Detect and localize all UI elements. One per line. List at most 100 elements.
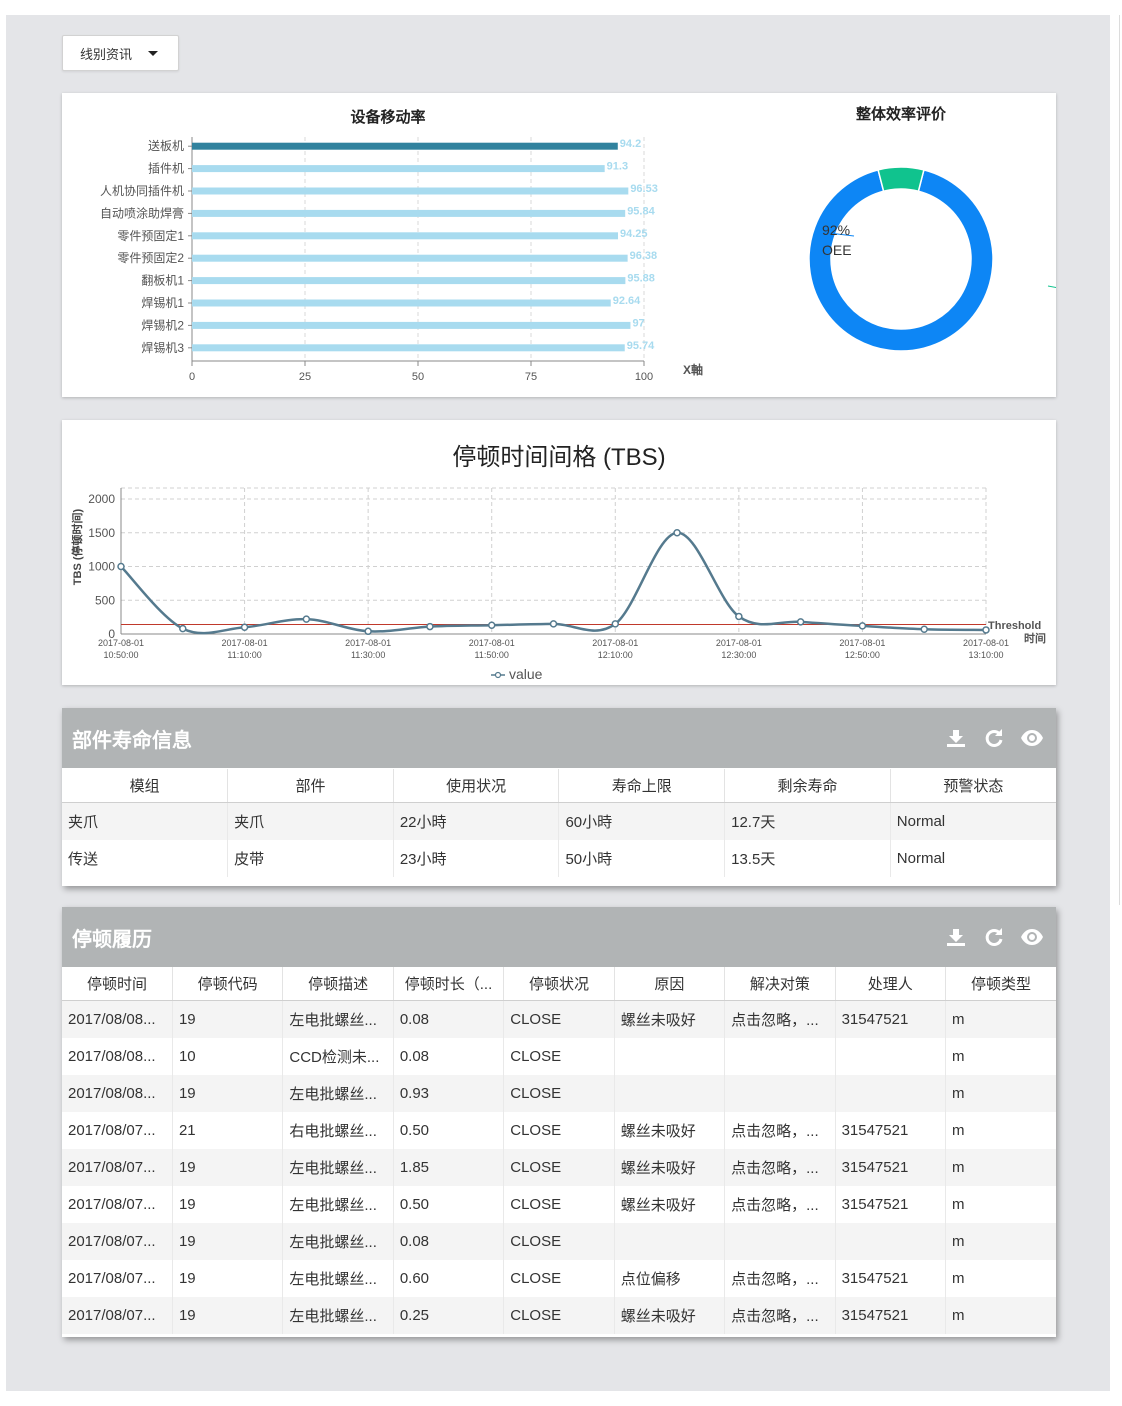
table-cell: 0.60: [393, 1260, 505, 1297]
table-cell: 31547521: [835, 1297, 947, 1334]
column-header[interactable]: 停顿代码: [172, 967, 284, 1001]
table-cell: [724, 1075, 836, 1112]
oee-donut-chart: 整体效率评价 92%OEE8%Wastin: [808, 105, 1056, 352]
x-tick-label: 2017-08-01 11:30:00: [345, 638, 391, 660]
panel-toolbar: [944, 925, 1046, 949]
table-cell: 左电批螺丝...: [282, 1075, 394, 1112]
table-cell: Normal: [890, 840, 1056, 877]
table-cell: 19: [172, 1260, 284, 1297]
table-row[interactable]: 2017/08/08... 19 左电批螺丝... 0.93 CLOSE m: [62, 1075, 1056, 1112]
table-cell: 19: [172, 1000, 284, 1038]
refresh-icon[interactable]: [982, 726, 1006, 750]
table-cell: 50小時: [558, 840, 726, 877]
x-tick-label: 100: [635, 371, 653, 383]
table-cell: CLOSE: [503, 1075, 615, 1112]
bar: [192, 299, 611, 307]
x-tick-label: 2017-08-01 11:50:00: [469, 638, 515, 660]
table-cell: 31547521: [835, 1112, 947, 1149]
table-cell: m: [945, 1297, 1056, 1334]
table-cell: 螺丝未吸好: [614, 1186, 726, 1223]
table-cell: CLOSE: [503, 1260, 615, 1297]
table-cell: 左电批螺丝...: [282, 1000, 394, 1038]
tbs-card: 停顿时间间格 (TBS) TBS (停顿时间) 时间 Threshold 0 50…: [62, 420, 1056, 685]
table-cell: Normal: [890, 802, 1056, 840]
bar: [192, 344, 625, 352]
line-filter-label: 线别资讯: [80, 46, 133, 62]
utilization-bar-chart: 设备移动率 X軸 0 25 50 75 100 送板机 94.2 插件机 91.3 人机协同插件机…: [100, 108, 703, 383]
panel-toolbar: [944, 726, 1046, 750]
data-label: 95.84: [627, 205, 655, 217]
table-cell: CLOSE: [503, 1038, 615, 1075]
table-cell: CLOSE: [503, 1223, 615, 1260]
column-header[interactable]: 预警状态: [890, 769, 1056, 803]
x-tick-label: 2017-08-01 10:50:00: [98, 638, 144, 660]
legend[interactable]: value: [491, 666, 543, 682]
table-row[interactable]: 2017/08/07... 19 左电批螺丝... 0.25 CLOSE 螺丝未吸好 点击忽…: [62, 1297, 1056, 1334]
bar: [192, 165, 605, 173]
column-header[interactable]: 停顿时长（...: [393, 967, 505, 1001]
table-cell: 19: [172, 1149, 284, 1186]
table-row[interactable]: 2017/08/07... 19 左电批螺丝... 0.50 CLOSE 螺丝未吸好 点击忽…: [62, 1186, 1056, 1223]
y-axis-label: TBS (停顿时间): [70, 508, 84, 585]
table-cell: 2017/08/07...: [62, 1260, 173, 1297]
table-row[interactable]: 2017/08/07... 19 左电批螺丝... 0.08 CLOSE m: [62, 1223, 1056, 1260]
category-label: 焊锡机3: [141, 340, 184, 355]
column-header[interactable]: 原因: [614, 967, 726, 1001]
column-header[interactable]: 使用状况: [393, 769, 560, 803]
table-cell: [724, 1038, 836, 1075]
eye-icon[interactable]: [1020, 726, 1044, 750]
column-header[interactable]: 剩余寿命: [724, 769, 891, 803]
table-cell: 2017/08/07...: [62, 1112, 173, 1149]
table-row[interactable]: 2017/08/07... 19 左电批螺丝... 1.85 CLOSE 螺丝未吸好 点击忽…: [62, 1149, 1056, 1186]
data-point: [364, 627, 372, 636]
table-row[interactable]: 2017/08/08... 10 CCD检测未... 0.08 CLOSE m: [62, 1038, 1056, 1075]
column-header[interactable]: 停顿描述: [282, 967, 394, 1001]
download-icon[interactable]: [944, 726, 968, 750]
download-icon[interactable]: [944, 925, 968, 949]
line-filter-dropdown[interactable]: 线别资讯: [62, 35, 179, 71]
table-cell: 左电批螺丝...: [282, 1223, 394, 1260]
charts-card: 设备移动率 X軸 0 25 50 75 100 送板机 94.2 插件机 91.3 人机协同插件机…: [62, 93, 1056, 397]
table-cell: 传送: [62, 840, 229, 877]
utilization-chart-title: 设备移动率: [350, 108, 425, 126]
table-row[interactable]: 2017/08/08... 19 左电批螺丝... 0.08 CLOSE 螺丝未吸好 点击忽…: [62, 1000, 1056, 1038]
table-cell: 夹爪: [227, 802, 394, 840]
table-row[interactable]: 夹爪 夹爪 22小時 60小時 12.7天 Normal: [62, 802, 1056, 840]
data-label: 96.38: [630, 250, 658, 262]
column-header[interactable]: 模组: [62, 769, 229, 803]
data-label: 92.64: [613, 295, 641, 307]
column-header[interactable]: 寿命上限: [558, 769, 726, 803]
column-header[interactable]: 解决对策: [724, 967, 836, 1001]
x-tick-label: 0: [189, 371, 195, 383]
eye-icon[interactable]: [1020, 925, 1044, 949]
table-cell: 左电批螺丝...: [282, 1260, 394, 1297]
column-header[interactable]: 停顿状况: [503, 967, 615, 1001]
column-header[interactable]: 停顿时间: [62, 967, 173, 1001]
table-cell: 0.25: [393, 1297, 505, 1334]
tbs-line-chart: 停顿时间间格 (TBS) TBS (停顿时间) 时间 Threshold 050…: [70, 444, 1046, 682]
table-cell: 左电批螺丝...: [282, 1186, 394, 1223]
slice-value-label: 92%: [822, 222, 850, 238]
table-row[interactable]: 2017/08/07... 19 左电批螺丝... 0.60 CLOSE 点位偏移 点击忽略…: [62, 1260, 1056, 1297]
column-header[interactable]: 处理人: [835, 967, 947, 1001]
category-label: 焊锡机2: [141, 317, 184, 332]
table-cell: 2017/08/07...: [62, 1186, 173, 1223]
data-point: [302, 615, 311, 623]
x-tick-label: 50: [412, 371, 424, 383]
oee-chart-title: 整体效率评价: [856, 105, 947, 123]
table-cell: [835, 1075, 947, 1112]
table-cell: 31547521: [835, 1260, 947, 1297]
table-cell: 31547521: [835, 1149, 947, 1186]
table-cell: 31547521: [835, 1000, 947, 1038]
x-tick-label: 2017-08-01 12:30:00: [716, 638, 762, 660]
column-header[interactable]: 部件: [227, 769, 394, 803]
data-point: [240, 623, 249, 631]
table-cell: m: [945, 1000, 1056, 1038]
threshold-label: Threshold: [988, 620, 1041, 632]
table-row[interactable]: 传送 皮带 23小時 50小時 13.5天 Normal: [62, 840, 1056, 877]
column-header[interactable]: 停顿类型: [945, 967, 1056, 1001]
table-row[interactable]: 2017/08/07... 21 右电批螺丝... 0.50 CLOSE 螺丝未吸好 点击忽…: [62, 1112, 1056, 1149]
refresh-icon[interactable]: [982, 925, 1006, 949]
table-cell: 19: [172, 1075, 284, 1112]
table-cell: m: [945, 1260, 1056, 1297]
